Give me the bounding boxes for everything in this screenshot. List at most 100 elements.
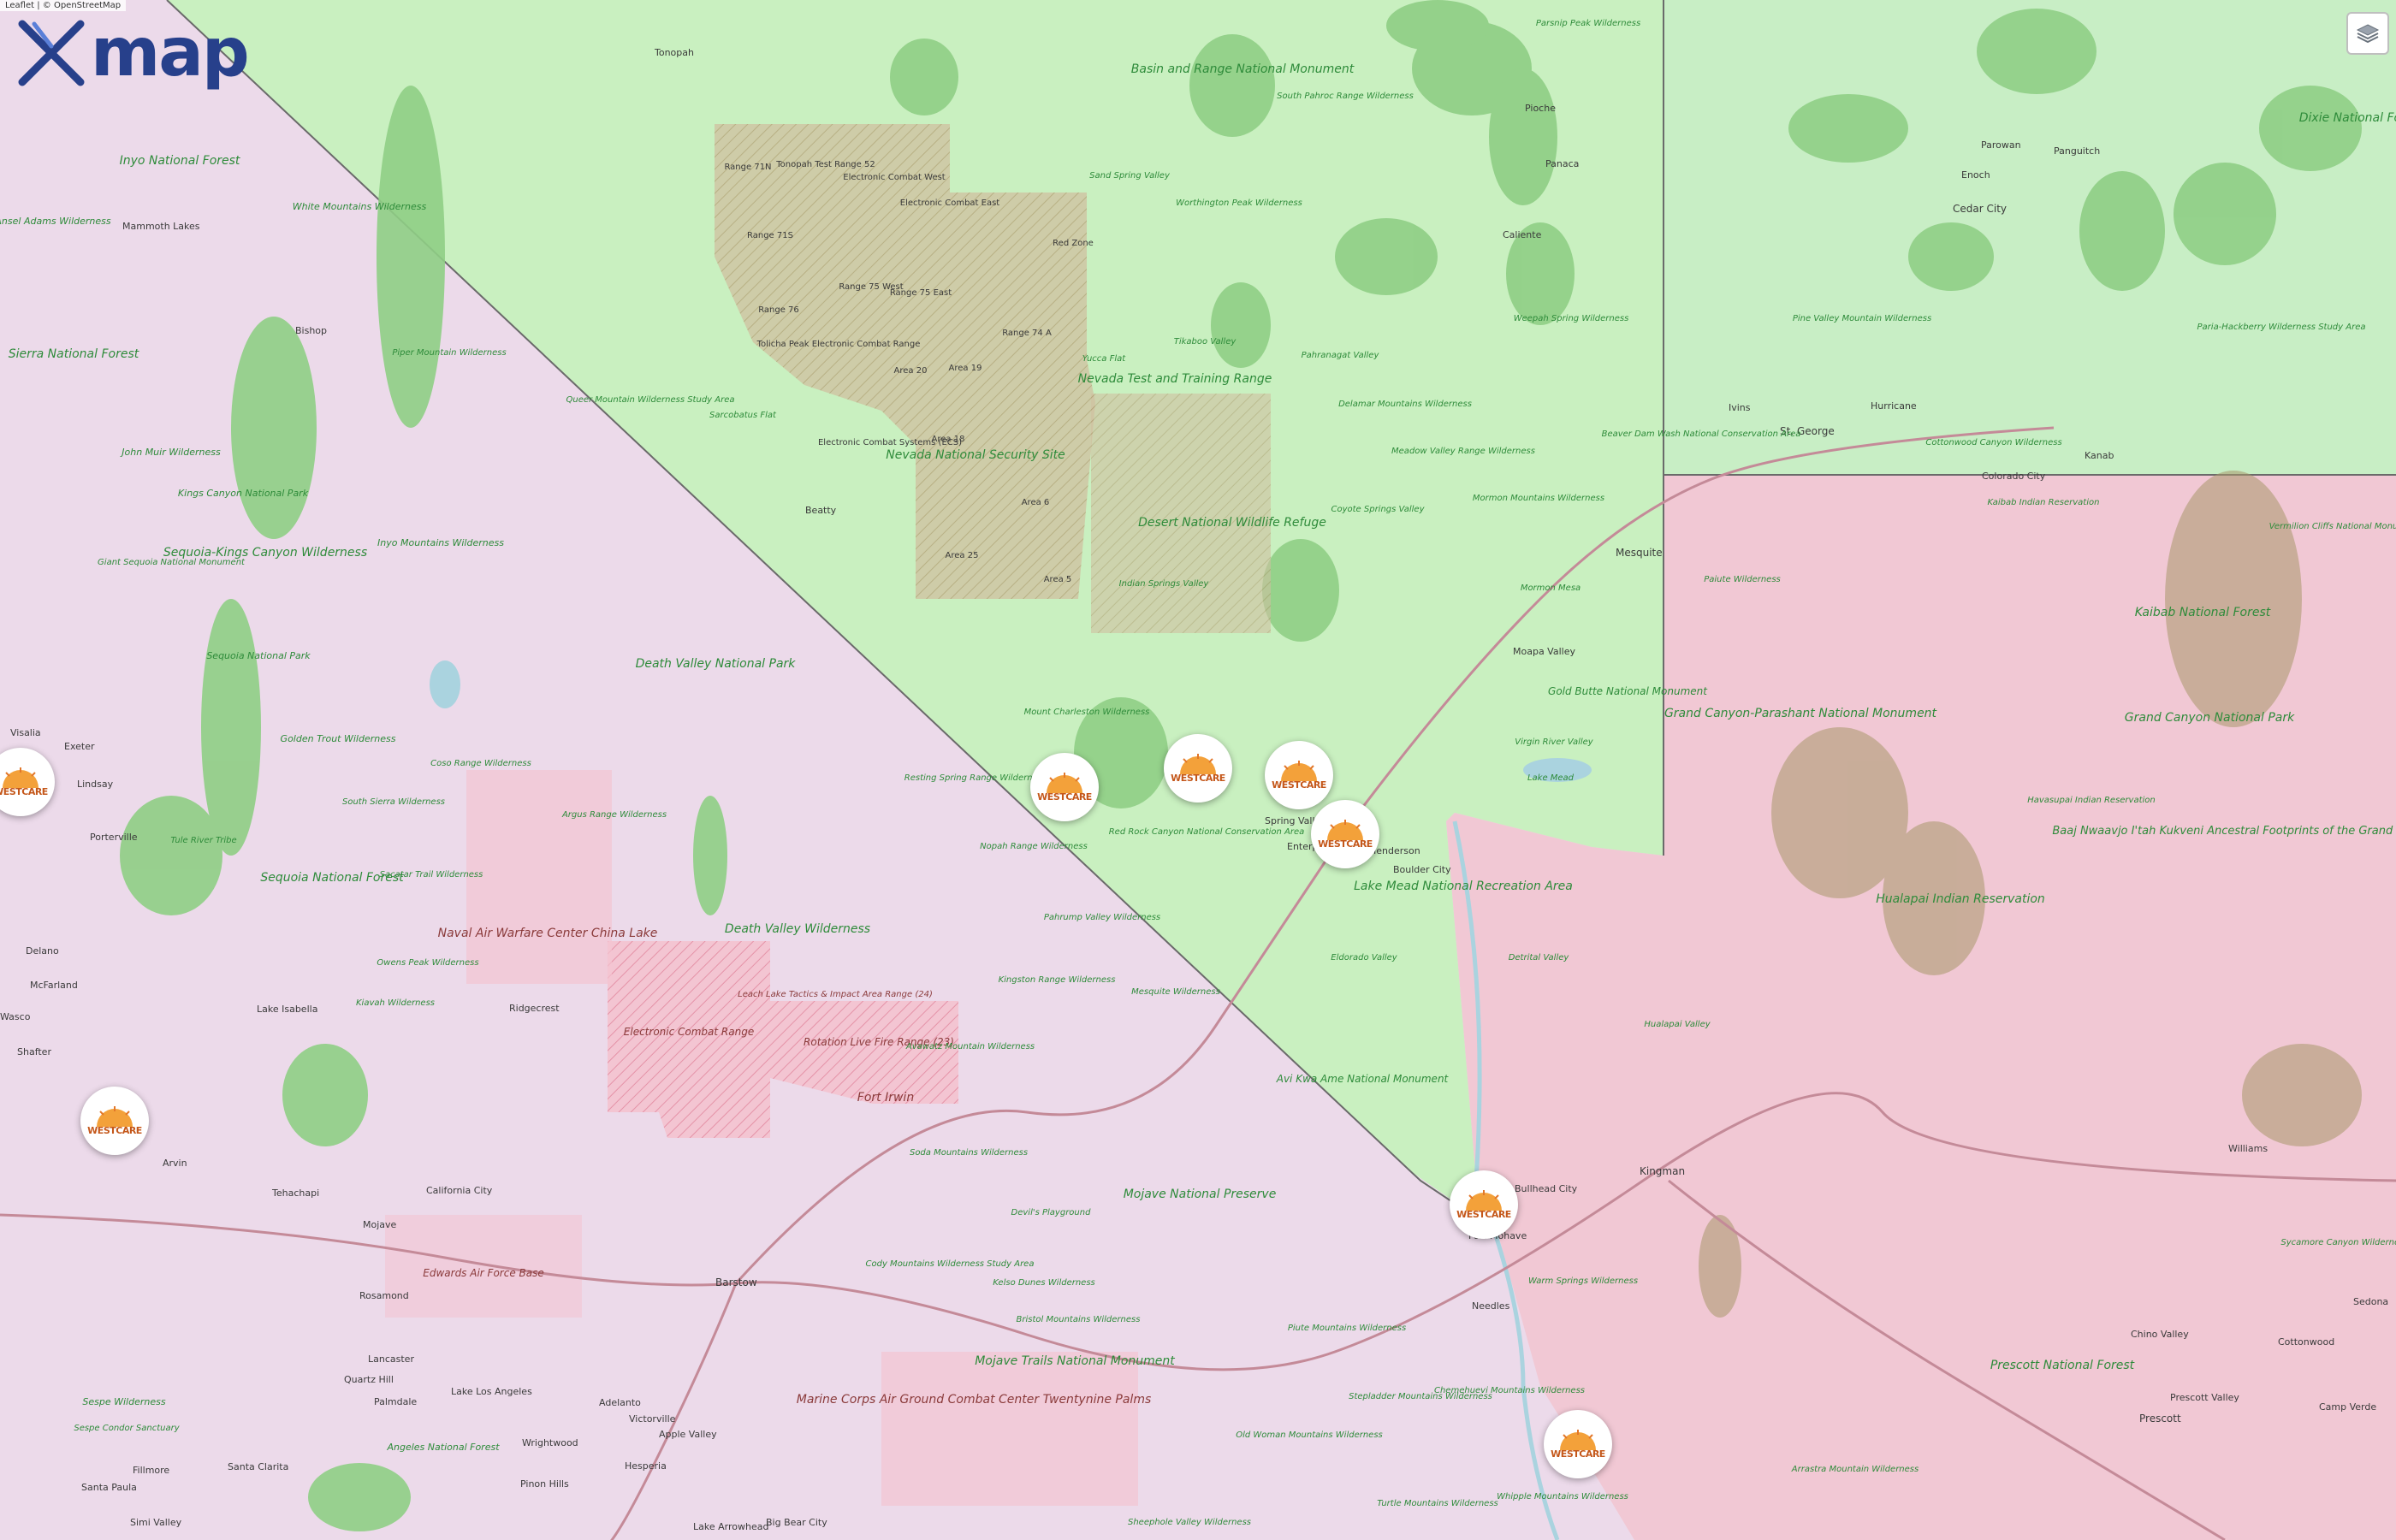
svg-text:Death Valley National Park: Death Valley National Park (636, 657, 797, 671)
svg-text:Hualapai Valley: Hualapai Valley (1644, 1020, 1711, 1029)
svg-text:Resting Spring Range Wildernes: Resting Spring Range Wilderness (904, 773, 1047, 783)
svg-text:Hesperia: Hesperia (625, 1460, 667, 1472)
svg-text:Tonopah: Tonopah (654, 47, 694, 58)
svg-text:Baaj Nwaavjo I'tah Kukveni Anc: Baaj Nwaavjo I'tah Kukveni Ancestral Foo… (2052, 825, 2396, 838)
svg-text:Arrastra Mountain Wilderness: Arrastra Mountain Wilderness (1791, 1465, 1919, 1474)
svg-text:Mammoth Lakes: Mammoth Lakes (122, 221, 200, 232)
svg-text:Kingston Range Wilderness: Kingston Range Wilderness (999, 975, 1116, 985)
svg-text:Pahrump Valley Wilderness: Pahrump Valley Wilderness (1044, 913, 1160, 922)
svg-text:Tule River Tribe: Tule River Tribe (170, 836, 236, 845)
svg-text:Wrightwood: Wrightwood (522, 1437, 578, 1448)
svg-text:Angeles National Forest: Angeles National Forest (386, 1442, 500, 1453)
svg-text:Big Bear City: Big Bear City (766, 1517, 827, 1528)
svg-text:Havasupai Indian Reservation: Havasupai Indian Reservation (2027, 796, 2156, 805)
svg-text:Williams: Williams (2228, 1143, 2268, 1154)
svg-text:Nevada Test and Training Range: Nevada Test and Training Range (1078, 372, 1272, 386)
svg-text:Barstow: Barstow (715, 1276, 757, 1288)
svg-text:Detrital Valley: Detrital Valley (1509, 953, 1570, 962)
svg-text:Tikaboo Valley: Tikaboo Valley (1174, 337, 1237, 346)
attribution[interactable]: Leaflet | © OpenStreetMap (0, 0, 127, 11)
svg-text:Simi Valley: Simi Valley (130, 1517, 182, 1528)
svg-text:Enoch: Enoch (1961, 169, 1990, 181)
svg-text:Delano: Delano (26, 945, 59, 957)
layer-control-button[interactable] (2346, 12, 2389, 55)
svg-text:Wasco: Wasco (0, 1011, 31, 1022)
svg-text:Pahranagat Valley: Pahranagat Valley (1302, 351, 1380, 360)
svg-text:Tehachapi: Tehachapi (271, 1188, 319, 1199)
marine-area (881, 1352, 1138, 1506)
svg-text:South Pahroc Range Wilderness: South Pahroc Range Wilderness (1277, 92, 1414, 101)
svg-text:Ridgecrest: Ridgecrest (509, 1003, 560, 1014)
svg-text:Gold Butte National Monument: Gold Butte National Monument (1548, 685, 1708, 697)
svg-text:Range 71S: Range 71S (747, 231, 793, 240)
svg-text:Camp Verde: Camp Verde (2319, 1401, 2376, 1413)
svg-text:Paria-Hackberry Wilderness Stu: Paria-Hackberry Wilderness Study Area (2197, 323, 2366, 332)
svg-text:Sacatar Trail Wilderness: Sacatar Trail Wilderness (380, 870, 483, 880)
svg-text:Desert National Wildlife Refug: Desert National Wildlife Refuge (1138, 516, 1326, 530)
svg-text:Palmdale: Palmdale (374, 1396, 417, 1407)
svg-text:Avi Kwa Ame National Monument: Avi Kwa Ame National Monument (1276, 1073, 1450, 1085)
svg-text:Range 74 A: Range 74 A (1002, 329, 1052, 338)
svg-text:Red Zone: Red Zone (1053, 239, 1094, 248)
svg-text:Soda Mountains Wilderness: Soda Mountains Wilderness (910, 1148, 1028, 1158)
svg-text:Ivins: Ivins (1729, 402, 1751, 413)
ecr-area (608, 941, 770, 1138)
svg-text:Area 6: Area 6 (1022, 498, 1050, 507)
x-logo-icon (18, 20, 85, 86)
svg-text:Fort Irwin: Fort Irwin (857, 1091, 914, 1105)
svg-text:Needles: Needles (1472, 1300, 1510, 1312)
svg-text:Mojave Trails National Monumen: Mojave Trails National Monument (975, 1354, 1175, 1368)
westcare-marker-3[interactable]: WESTCARE (1265, 741, 1333, 809)
svg-text:Cottonwood Canyon Wilderness: Cottonwood Canyon Wilderness (1925, 438, 2061, 447)
svg-text:Cody Mountains Wilderness Stud: Cody Mountains Wilderness Study Area (866, 1259, 1035, 1269)
westcare-marker-6[interactable]: WESTCARE (80, 1087, 149, 1155)
svg-text:Rosamond: Rosamond (359, 1290, 409, 1301)
svg-text:Vermilion Cliffs National Monu: Vermilion Cliffs National Monument (2269, 522, 2396, 531)
svg-text:Electronic Combat East: Electronic Combat East (900, 198, 1000, 208)
svg-text:Lake Mead National Recreation: Lake Mead National Recreation Area (1354, 880, 1573, 893)
svg-text:Prescott Valley: Prescott Valley (2170, 1392, 2239, 1403)
app-logo[interactable]: map (15, 17, 250, 89)
svg-text:Kings Canyon National Park: Kings Canyon National Park (178, 488, 309, 499)
westcare-marker-2[interactable]: WESTCARE (1164, 734, 1232, 803)
svg-text:Chino Valley: Chino Valley (2131, 1329, 2189, 1340)
svg-text:Apple Valley: Apple Valley (659, 1429, 717, 1440)
svg-text:Meadow Valley Range Wilderness: Meadow Valley Range Wilderness (1391, 447, 1535, 456)
svg-text:Sequoia National Park: Sequoia National Park (206, 650, 311, 661)
marker-label: WESTCARE (1272, 779, 1326, 791)
svg-text:Colorado City: Colorado City (1982, 471, 2046, 482)
svg-text:Red Rock Canyon National Conse: Red Rock Canyon National Conservation Ar… (1109, 827, 1305, 837)
svg-text:Parowan: Parowan (1981, 139, 2021, 151)
svg-text:South Sierra Wilderness: South Sierra Wilderness (342, 797, 445, 807)
svg-text:McFarland: McFarland (30, 980, 78, 991)
westcare-marker-4[interactable]: WESTCARE (1311, 800, 1379, 868)
svg-text:Santa Clarita: Santa Clarita (228, 1461, 288, 1472)
svg-text:Sespe Condor Sanctuary: Sespe Condor Sanctuary (74, 1424, 180, 1433)
svg-text:Argus Range Wilderness: Argus Range Wilderness (561, 810, 667, 820)
svg-text:Ansel Adams Wilderness: Ansel Adams Wilderness (0, 216, 111, 227)
svg-text:Panguitch: Panguitch (2054, 145, 2100, 157)
svg-text:Arvin: Arvin (163, 1158, 187, 1169)
westcare-marker-7[interactable]: WESTCARE (1450, 1170, 1518, 1239)
edwards-area (385, 1215, 582, 1318)
westcare-marker-8[interactable]: WESTCARE (1544, 1410, 1612, 1478)
svg-text:Basin and Range National Monum: Basin and Range National Monument (1131, 62, 1355, 76)
svg-text:Panaca: Panaca (1545, 158, 1579, 169)
marker-label: WESTCARE (1456, 1208, 1511, 1220)
svg-text:John Muir Wilderness: John Muir Wilderness (120, 447, 221, 458)
svg-text:Cottonwood: Cottonwood (2278, 1336, 2334, 1348)
svg-text:Shafter: Shafter (17, 1046, 51, 1057)
svg-text:Leach Lake Tactics & Impact Ar: Leach Lake Tactics & Impact Area Range (… (738, 990, 933, 999)
svg-text:Sespe Wilderness: Sespe Wilderness (82, 1396, 165, 1407)
svg-text:Eldorado Valley: Eldorado Valley (1331, 953, 1397, 962)
svg-text:Range 76: Range 76 (758, 305, 799, 315)
svg-text:Lancaster: Lancaster (368, 1353, 414, 1365)
svg-text:Area 5: Area 5 (1044, 575, 1072, 584)
china-lake-area (466, 770, 612, 984)
svg-text:Kaibab Indian Reservation: Kaibab Indian Reservation (1988, 498, 2100, 507)
svg-text:Sierra National Forest: Sierra National Forest (9, 347, 139, 361)
svg-text:Area 20: Area 20 (894, 366, 928, 376)
westcare-marker-1[interactable]: WESTCARE (1030, 753, 1099, 821)
svg-text:Hurricane: Hurricane (1871, 400, 1917, 412)
svg-text:Moapa Valley: Moapa Valley (1513, 646, 1575, 657)
